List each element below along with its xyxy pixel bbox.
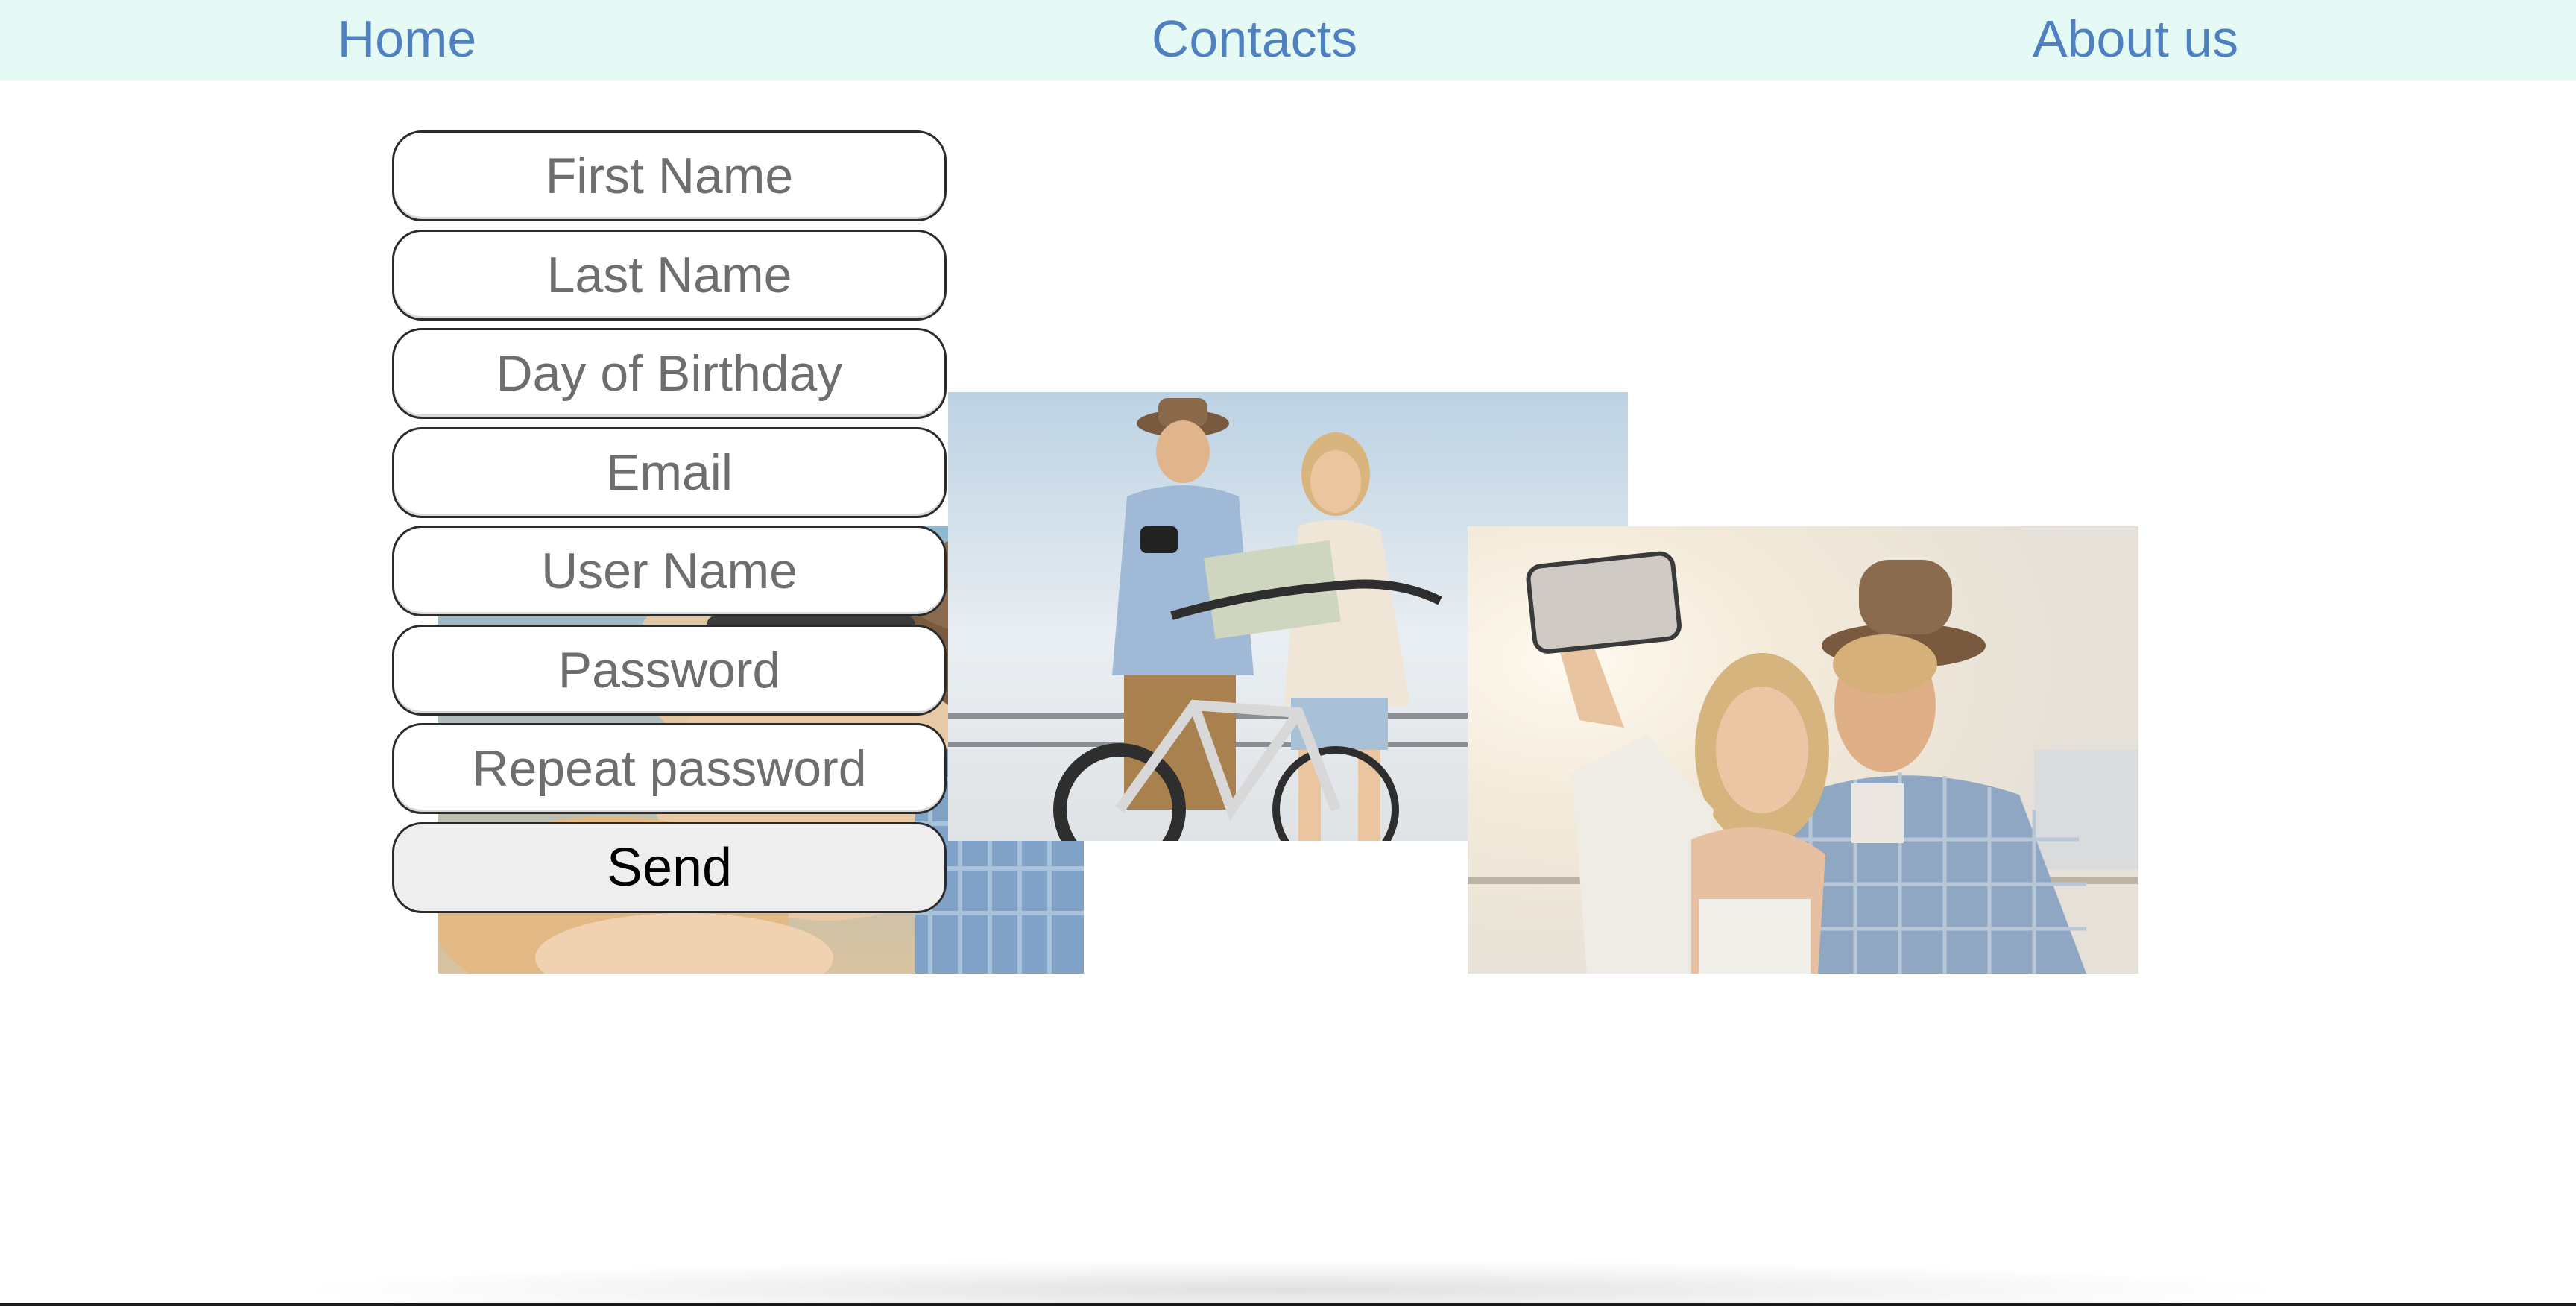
send-button[interactable]: Send [392, 821, 947, 913]
page: Home Contacts About us First Name Last N… [0, 0, 2576, 1306]
top-nav: Home Contacts About us [0, 0, 2576, 81]
password-input[interactable] [392, 624, 947, 716]
nav-link-home[interactable]: Home [338, 9, 477, 69]
window-bottom-edge [0, 1303, 2576, 1306]
first-name-input[interactable] [392, 130, 947, 221]
username-input[interactable] [392, 526, 947, 616]
couple-selfie-photo [1468, 526, 2138, 974]
repeat-password-input[interactable] [392, 723, 947, 814]
email-input[interactable] [392, 426, 947, 518]
last-name-input[interactable] [392, 229, 947, 321]
nav-link-contacts[interactable]: Contacts [1152, 9, 1357, 69]
nav-link-about-us[interactable]: About us [2033, 9, 2238, 69]
registration-form: Send [392, 130, 947, 913]
birthday-input[interactable] [392, 328, 947, 419]
dock-shadow [283, 1260, 2296, 1306]
